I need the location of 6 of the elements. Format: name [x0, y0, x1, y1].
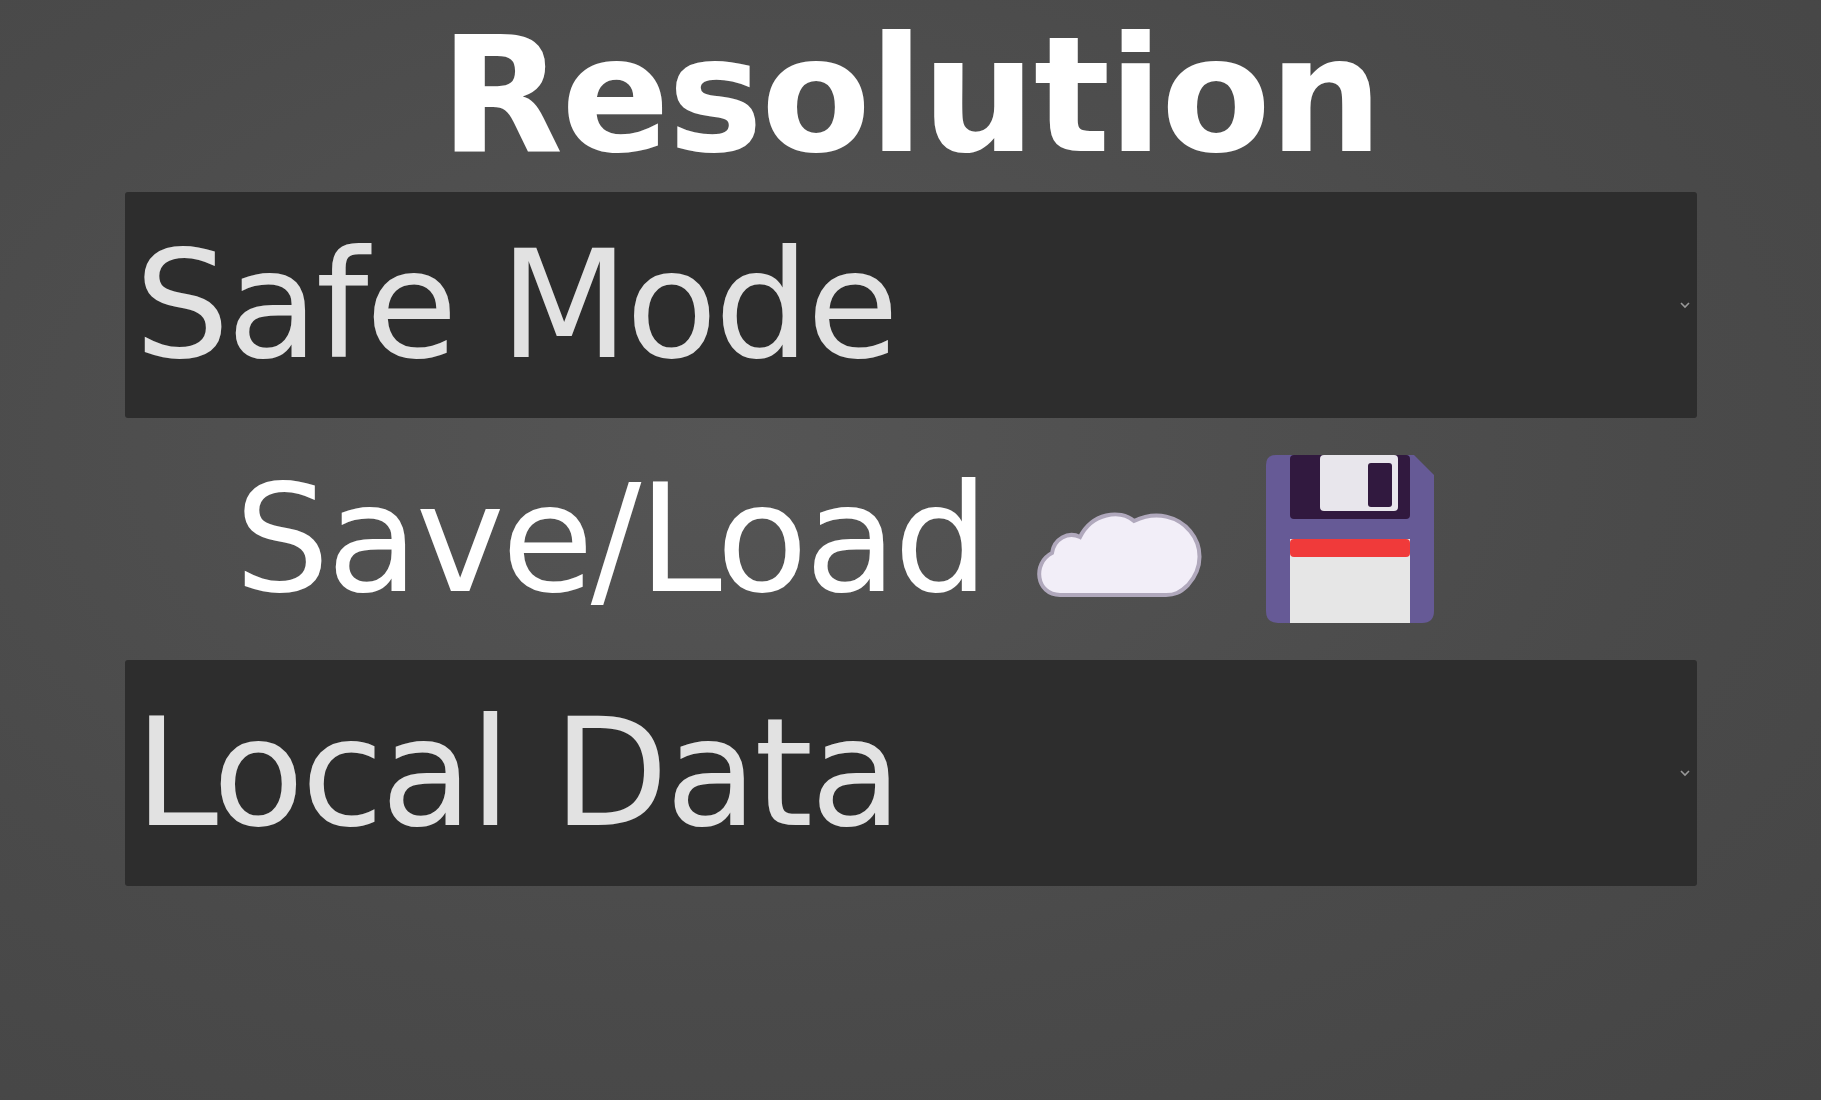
- chevron-down-icon: [1678, 769, 1691, 777]
- mode-dropdown[interactable]: Safe Mode: [124, 192, 1697, 418]
- storage-dropdown[interactable]: Local Data: [124, 660, 1697, 886]
- page-title: Resolution: [440, 1, 1381, 191]
- chevron-down-icon: [1678, 301, 1691, 309]
- section-label: Save/Load: [234, 464, 987, 614]
